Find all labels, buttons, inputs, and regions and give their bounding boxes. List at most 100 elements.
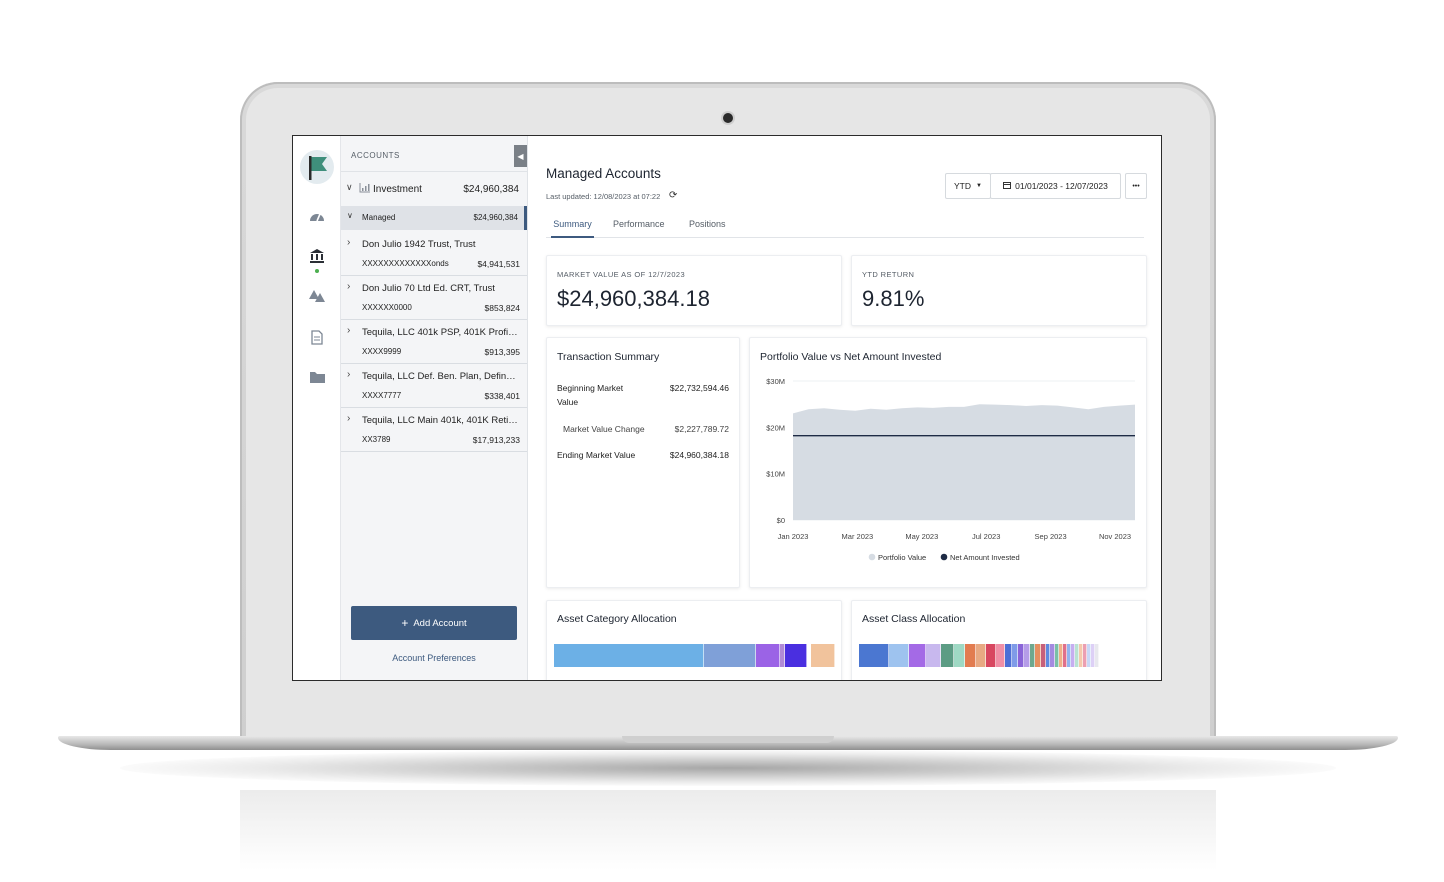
tab-bar: Summary Performance Positions — [546, 216, 1144, 238]
class-segment[interactable] — [888, 644, 909, 667]
account-row[interactable]: › Tequila, LLC Main 401k, 401K Retire...… — [341, 408, 527, 452]
asset-class-title: Asset Class Allocation — [862, 613, 966, 625]
class-segment[interactable] — [926, 644, 941, 667]
more-icon: ••• — [1132, 182, 1140, 190]
add-account-button[interactable]: + Add Account — [351, 606, 517, 640]
account-number: XXXX7777 — [362, 391, 402, 400]
ytd-return-value: 9.81% — [862, 286, 925, 311]
class-segment[interactable] — [1095, 644, 1100, 667]
account-number: XXXXXX0000 — [362, 303, 412, 312]
account-name: Don Julio 1942 Trust, Trust — [362, 239, 476, 250]
category-segment[interactable] — [756, 644, 781, 667]
account-row[interactable]: › Don Julio 1942 Trust, Trust XXXXXXXXXX… — [341, 232, 527, 276]
account-number: XXXXXXXXXXXXXonds — [362, 259, 449, 268]
account-name: Tequila, LLC Main 401k, 401K Retire... — [362, 415, 520, 426]
class-segment[interactable] — [859, 644, 889, 667]
class-segment[interactable] — [940, 644, 955, 667]
x-tick-label: Sep 2023 — [1035, 532, 1067, 541]
chevron-down-icon: ∨ — [347, 211, 353, 220]
laptop-notch — [622, 736, 834, 743]
chevron-right-icon: › — [347, 325, 351, 336]
transaction-summary-card: Transaction Summary Beginning Market Val… — [546, 337, 740, 588]
bank-icon[interactable] — [307, 246, 327, 266]
category-segment[interactable] — [704, 644, 757, 667]
market-value-change: $2,227,789.72 — [674, 424, 729, 434]
y-tick-label: $10M — [766, 470, 785, 479]
class-segment[interactable] — [965, 644, 977, 667]
portfolio-value-area — [793, 404, 1135, 520]
x-tick-label: Jan 2023 — [778, 532, 809, 541]
y-tick-label: $20M — [766, 423, 785, 432]
transaction-summary-title: Transaction Summary — [557, 351, 660, 363]
more-options-button[interactable]: ••• — [1125, 173, 1147, 199]
y-tick-label: $0 — [777, 516, 785, 525]
class-segment[interactable] — [954, 644, 966, 667]
category-segment[interactable] — [810, 644, 835, 667]
ending-value-label: Ending Market Value — [557, 450, 636, 460]
chevron-right-icon: › — [347, 413, 351, 424]
legend-swatch — [940, 553, 948, 561]
collapse-panel-button[interactable]: ◀ — [514, 145, 527, 167]
calendar-icon — [1003, 181, 1012, 191]
period-dropdown[interactable]: YTD ▼ — [945, 173, 991, 199]
category-allocation-bar[interactable] — [554, 644, 835, 667]
tab-performance[interactable]: Performance — [613, 219, 665, 238]
period-value: YTD — [954, 181, 972, 191]
webcam — [723, 113, 733, 123]
account-row[interactable]: › Tequila, LLC Def. Ben. Plan, Defined .… — [341, 364, 527, 408]
document-icon[interactable] — [307, 327, 327, 347]
chevron-right-icon: › — [347, 237, 351, 248]
account-value: $17,913,233 — [472, 435, 520, 445]
account-number: XXXX9999 — [362, 347, 402, 356]
class-allocation-bar[interactable] — [859, 644, 1140, 667]
dashboard-gauge-icon[interactable] — [307, 206, 327, 226]
accounts-panel: ACCOUNTS ◀ ∨ Investment $24,960,384 ∨ Ma… — [341, 136, 528, 680]
category-segment[interactable] — [554, 644, 705, 667]
account-value: $338,401 — [484, 391, 520, 401]
account-row[interactable]: › Tequila, LLC 401k PSP, 401K Profit S..… — [341, 320, 527, 364]
class-segment[interactable] — [976, 644, 987, 667]
class-segment[interactable] — [908, 644, 926, 667]
category-segment[interactable] — [785, 644, 807, 667]
tab-positions[interactable]: Positions — [689, 219, 726, 238]
x-tick-label: Jul 2023 — [972, 532, 1000, 541]
account-row[interactable]: › Don Julio 70 Ltd Ed. CRT, Trust XXXXXX… — [341, 276, 527, 320]
market-value-label: MARKET VALUE AS OF 12/7/2023 — [557, 270, 686, 279]
accounts-header: ACCOUNTS ◀ — [341, 136, 527, 172]
app-screen: ACCOUNTS ◀ ∨ Investment $24,960,384 ∨ Ma… — [292, 135, 1162, 681]
caret-down-icon: ▼ — [976, 183, 982, 189]
asset-category-card: Asset Category Allocation — [546, 600, 842, 680]
account-name: Don Julio 70 Ltd Ed. CRT, Trust — [362, 283, 495, 294]
ending-value: $24,960,384.18 — [669, 450, 729, 460]
managed-value: $24,960,384 — [473, 213, 519, 222]
date-range-value: 01/01/2023 - 12/07/2023 — [1015, 181, 1108, 191]
portfolio-chart-card: Portfolio Value vs Net Amount Invested $… — [749, 337, 1147, 588]
managed-group-row[interactable]: ∨ Managed $24,960,384 — [341, 206, 527, 230]
class-segment[interactable] — [1004, 644, 1012, 667]
market-value-change-label: Market Value Change — [563, 424, 645, 434]
class-segment[interactable] — [986, 644, 996, 667]
page-title: Managed Accounts — [546, 166, 661, 181]
chevron-left-icon: ◀ — [517, 151, 524, 161]
chevron-down-icon: ∨ — [346, 182, 353, 192]
tab-summary[interactable]: Summary — [551, 219, 594, 238]
x-tick-label: Mar 2023 — [842, 532, 874, 541]
account-name: Tequila, LLC 401k PSP, 401K Profit S... — [362, 327, 520, 338]
laptop-reflection — [240, 790, 1216, 870]
bar-chart-icon — [359, 183, 370, 195]
investment-group-row[interactable]: ∨ Investment $24,960,384 — [341, 176, 527, 204]
account-value: $913,395 — [484, 347, 520, 357]
main-content: Managed Accounts Last updated: 12/08/202… — [528, 136, 1161, 680]
chevron-right-icon: › — [347, 281, 351, 292]
laptop-mockup: ACCOUNTS ◀ ∨ Investment $24,960,384 ∨ Ma… — [0, 0, 1444, 882]
date-range-picker[interactable]: 01/01/2023 - 12/07/2023 — [990, 173, 1121, 199]
triangles-icon[interactable] — [307, 286, 327, 306]
legend-label: Net Amount Invested — [950, 553, 1020, 562]
active-indicator-dot — [315, 269, 319, 273]
refresh-icon[interactable]: ⟳ — [669, 190, 677, 201]
icon-rail — [293, 136, 341, 680]
class-segment[interactable] — [996, 644, 1005, 667]
account-preferences-link[interactable]: Account Preferences — [341, 653, 527, 663]
flag-logo-icon[interactable] — [300, 150, 334, 184]
folder-icon[interactable] — [307, 367, 327, 387]
